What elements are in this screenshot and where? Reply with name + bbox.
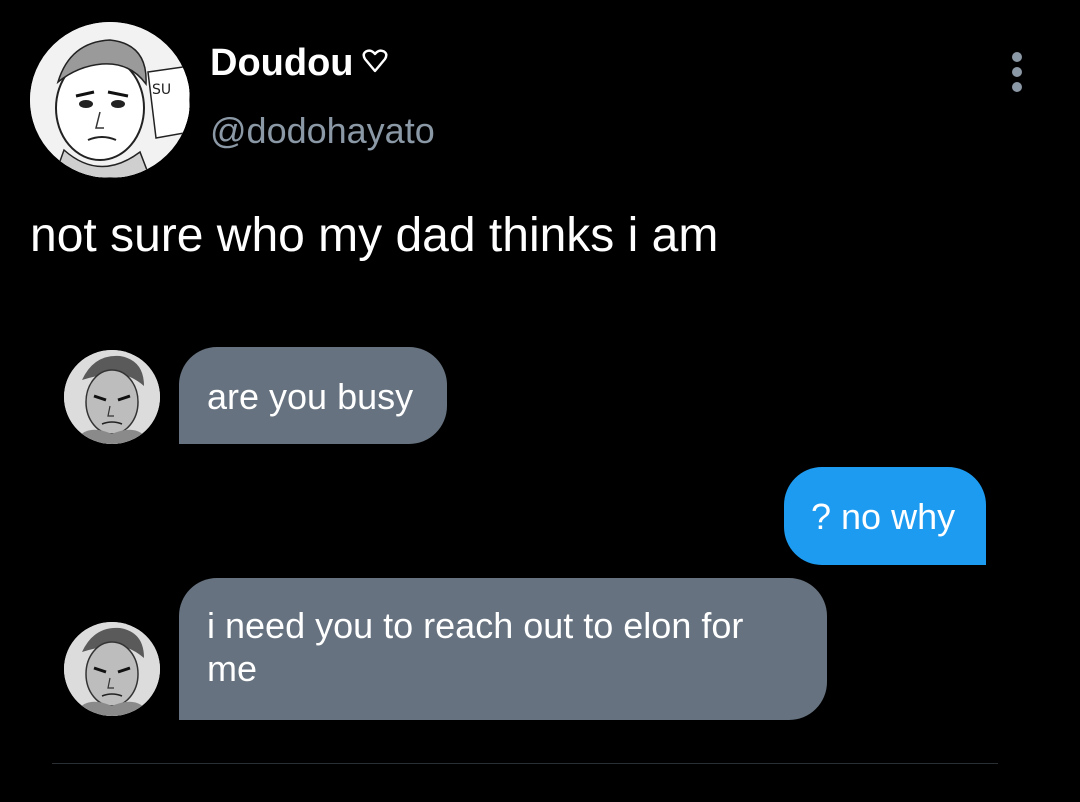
author-display-name[interactable]: Doudou (210, 40, 388, 85)
sender-avatar (64, 622, 160, 716)
message-bubble-incoming[interactable]: i need you to reach out to elon for me (179, 578, 827, 720)
display-name-text: Doudou (210, 42, 354, 84)
sender-avatar (64, 350, 160, 444)
manga-face-illustration: SU (30, 22, 190, 178)
more-options-icon (1012, 82, 1022, 92)
message-text: are you busy (207, 376, 414, 417)
more-options-button[interactable] (1004, 48, 1032, 96)
manga-face-illustration (64, 622, 160, 716)
message-text: i need you to reach out to elon for me (207, 605, 744, 689)
more-options-icon (1012, 52, 1022, 62)
heart-outline-icon (362, 40, 388, 83)
manga-face-illustration (64, 350, 160, 444)
message-text: ? no why (811, 496, 956, 537)
more-options-icon (1012, 67, 1022, 77)
message-bubble-incoming[interactable]: are you busy (179, 347, 447, 444)
divider (52, 763, 998, 764)
svg-text:SU: SU (152, 82, 171, 98)
author-avatar[interactable]: SU (30, 22, 190, 178)
author-handle[interactable]: @dodohayato (210, 110, 435, 152)
tweet-text: not sure who my dad thinks i am (30, 209, 719, 262)
message-bubble-outgoing[interactable]: ? no why (784, 467, 986, 565)
